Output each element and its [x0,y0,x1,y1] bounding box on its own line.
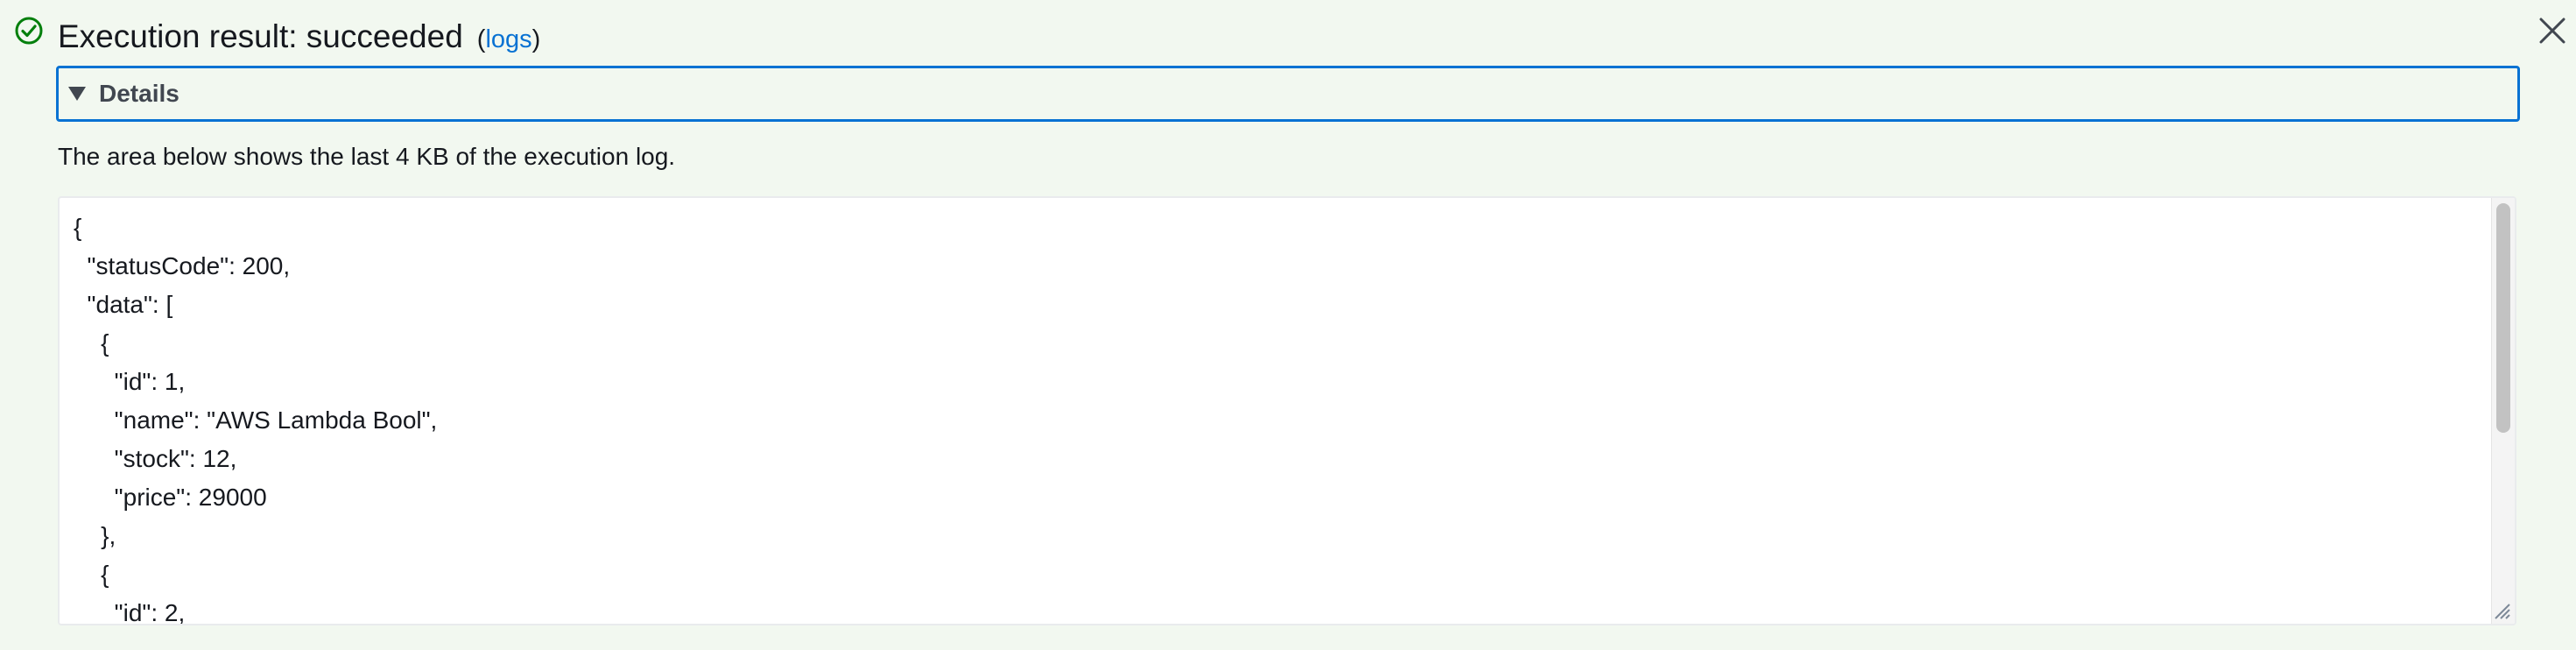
log-scrollbar[interactable] [2491,198,2515,624]
log-line: "data": [ [74,291,173,318]
details-label: Details [99,80,179,107]
log-line: { [74,561,109,588]
log-line: { [74,329,109,357]
log-line: }, [74,522,116,549]
caret-down-icon [68,87,86,101]
log-line: "stock": 12, [74,445,237,472]
logs-link[interactable]: logs [485,25,531,53]
log-line: { [74,214,82,241]
logs-link-wrapper: (logs) [477,17,541,62]
logs-close-paren: ) [531,25,541,53]
log-scrollbar-thumb[interactable] [2496,203,2510,433]
execution-result-header: Execution result: succeeded (logs) [58,14,540,60]
close-icon[interactable] [2536,14,2569,47]
resize-grip-icon[interactable] [2492,601,2511,620]
logs-open-paren: ( [476,25,486,53]
execution-result-panel: Execution result: succeeded (logs) Detai… [0,0,2576,650]
log-line: "id": 2, [74,599,186,625]
log-line: "statusCode": 200, [74,252,291,279]
success-check-circle-icon [15,17,43,45]
log-description: The area below shows the last 4 KB of th… [58,143,676,170]
execution-result-title: Execution result: succeeded [58,18,463,54]
log-line: "name": "AWS Lambda Bool", [74,406,438,434]
log-line: "price": 29000 [74,484,267,511]
execution-log-content: { "statusCode": 200, "data": [ { "id": 1… [60,198,2515,625]
log-line: "id": 1, [74,368,186,395]
execution-log-textarea[interactable]: { "statusCode": 200, "data": [ { "id": 1… [58,196,2516,625]
details-expander[interactable]: Details [56,66,2520,122]
